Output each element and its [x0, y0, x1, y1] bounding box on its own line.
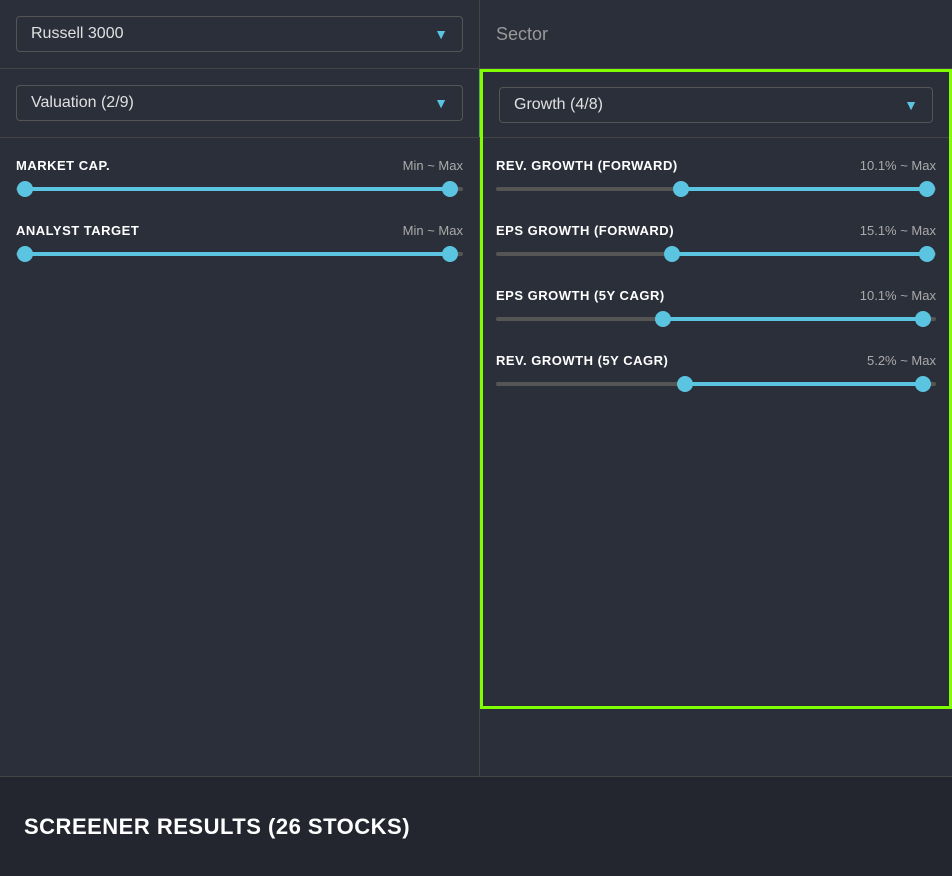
- growth-dropdown-label: Growth (4/8): [514, 96, 603, 114]
- analyst-target-thumb-left[interactable]: [17, 246, 33, 262]
- rev-growth-5y-title: REV. GROWTH (5Y CAGR): [496, 353, 668, 368]
- sector-label: Sector: [496, 24, 548, 45]
- eps-growth-5y-thumb-right[interactable]: [915, 311, 931, 327]
- market-cap-slider-fill: [25, 187, 450, 191]
- right-panel: REV. GROWTH (FORWARD) 10.1% ~ Max EPS GR…: [480, 138, 952, 845]
- rev-growth-forward-header: REV. GROWTH (FORWARD) 10.1% ~ Max: [496, 158, 936, 173]
- eps-growth-forward-slider-track[interactable]: [496, 252, 936, 256]
- left-panel: MARKET CAP. Min ~ Max ANALYST TARGET Min…: [0, 138, 480, 845]
- valuation-dropdown-chevron: ▼: [434, 95, 448, 111]
- index-dropdown-label: Russell 3000: [31, 25, 124, 43]
- rev-growth-5y-thumb-right[interactable]: [915, 376, 931, 392]
- market-cap-title: MARKET CAP.: [16, 158, 110, 173]
- eps-growth-forward-range: 15.1% ~ Max: [860, 223, 936, 238]
- analyst-target-thumb-right[interactable]: [442, 246, 458, 262]
- eps-growth-5y-slider-fill: [663, 317, 923, 321]
- index-dropdown[interactable]: Russell 3000 ▼: [16, 16, 463, 52]
- eps-growth-forward-title: EPS GROWTH (FORWARD): [496, 223, 674, 238]
- rev-growth-forward-title: REV. GROWTH (FORWARD): [496, 158, 678, 173]
- rev-growth-forward-slider-fill: [681, 187, 927, 191]
- rev-growth-forward-thumb-right[interactable]: [919, 181, 935, 197]
- eps-growth-forward-filter: EPS GROWTH (FORWARD) 15.1% ~ Max: [496, 223, 936, 256]
- rev-growth-forward-slider-track[interactable]: [496, 187, 936, 191]
- market-cap-thumb-left[interactable]: [17, 181, 33, 197]
- market-cap-header: MARKET CAP. Min ~ Max: [16, 158, 463, 173]
- analyst-target-title: ANALYST TARGET: [16, 223, 139, 238]
- top-bar: Russell 3000 ▼ Sector: [0, 0, 952, 69]
- market-cap-thumb-right[interactable]: [442, 181, 458, 197]
- analyst-target-slider-fill: [25, 252, 450, 256]
- rev-growth-5y-range: 5.2% ~ Max: [867, 353, 936, 368]
- screener-title: SCREENER RESULTS (26 STOCKS): [24, 814, 410, 840]
- rev-growth-5y-header: REV. GROWTH (5Y CAGR) 5.2% ~ Max: [496, 353, 936, 368]
- rev-growth-forward-thumb-left[interactable]: [673, 181, 689, 197]
- market-cap-range: Min ~ Max: [403, 158, 463, 173]
- eps-growth-5y-title: EPS GROWTH (5Y CAGR): [496, 288, 665, 303]
- eps-growth-forward-thumb-left[interactable]: [664, 246, 680, 262]
- eps-growth-5y-slider-track[interactable]: [496, 317, 936, 321]
- analyst-target-slider-track[interactable]: [16, 252, 463, 256]
- valuation-dropdown-container: Valuation (2/9) ▼: [0, 69, 480, 137]
- main-content: MARKET CAP. Min ~ Max ANALYST TARGET Min…: [0, 138, 952, 845]
- analyst-target-filter: ANALYST TARGET Min ~ Max: [16, 223, 463, 256]
- market-cap-filter: MARKET CAP. Min ~ Max: [16, 158, 463, 191]
- sector-container: Sector: [480, 0, 952, 68]
- rev-growth-5y-thumb-left[interactable]: [677, 376, 693, 392]
- rev-growth-5y-slider-fill: [685, 382, 923, 386]
- eps-growth-5y-thumb-left[interactable]: [655, 311, 671, 327]
- eps-growth-forward-thumb-right[interactable]: [919, 246, 935, 262]
- valuation-dropdown-label: Valuation (2/9): [31, 94, 134, 112]
- filters-row: Valuation (2/9) ▼ Growth (4/8) ▼: [0, 69, 952, 138]
- analyst-target-header: ANALYST TARGET Min ~ Max: [16, 223, 463, 238]
- eps-growth-forward-slider-fill: [672, 252, 927, 256]
- rev-growth-forward-filter: REV. GROWTH (FORWARD) 10.1% ~ Max: [496, 158, 936, 191]
- screener-results: SCREENER RESULTS (26 STOCKS): [0, 776, 952, 876]
- index-dropdown-container: Russell 3000 ▼: [0, 0, 480, 68]
- analyst-target-range: Min ~ Max: [403, 223, 463, 238]
- eps-growth-5y-filter: EPS GROWTH (5Y CAGR) 10.1% ~ Max: [496, 288, 936, 321]
- eps-growth-5y-range: 10.1% ~ Max: [860, 288, 936, 303]
- index-dropdown-chevron: ▼: [434, 26, 448, 42]
- growth-dropdown-container: Growth (4/8) ▼: [480, 69, 952, 137]
- rev-growth-5y-slider-track[interactable]: [496, 382, 936, 386]
- eps-growth-5y-header: EPS GROWTH (5Y CAGR) 10.1% ~ Max: [496, 288, 936, 303]
- market-cap-slider-track[interactable]: [16, 187, 463, 191]
- valuation-dropdown[interactable]: Valuation (2/9) ▼: [16, 85, 463, 121]
- rev-growth-5y-filter: REV. GROWTH (5Y CAGR) 5.2% ~ Max: [496, 353, 936, 386]
- growth-dropdown[interactable]: Growth (4/8) ▼: [499, 87, 933, 123]
- eps-growth-forward-header: EPS GROWTH (FORWARD) 15.1% ~ Max: [496, 223, 936, 238]
- rev-growth-forward-range: 10.1% ~ Max: [860, 158, 936, 173]
- growth-dropdown-chevron: ▼: [904, 97, 918, 113]
